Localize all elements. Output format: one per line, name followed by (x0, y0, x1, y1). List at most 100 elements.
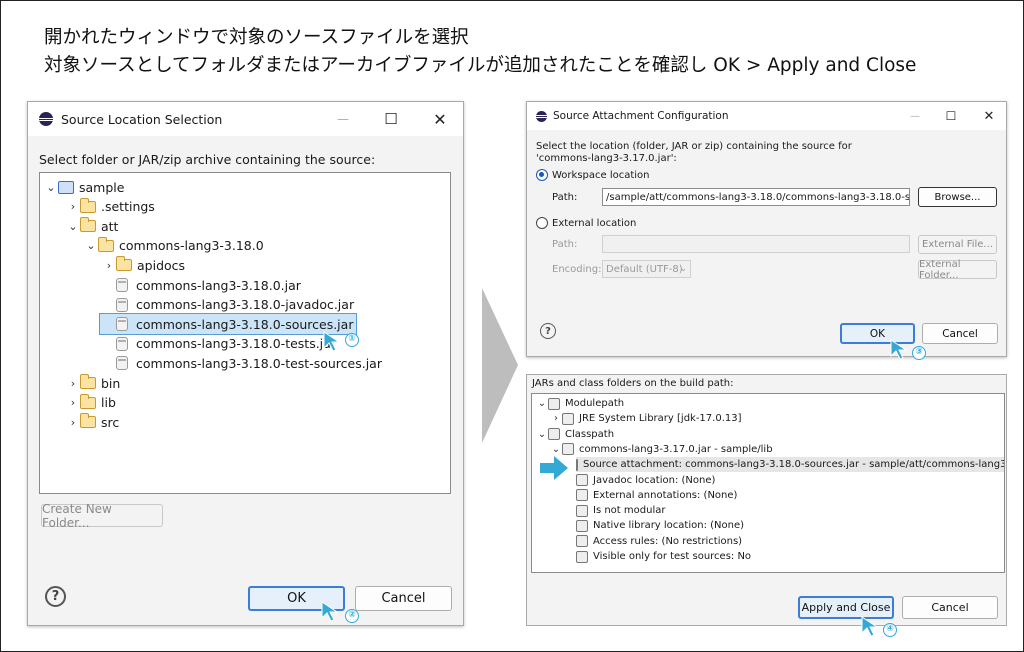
cursor-pointer-icon (323, 331, 341, 352)
folder-icon (79, 197, 96, 213)
tree-item-label: .settings (101, 199, 155, 215)
source-attachment-dialog: Source Attachment Configuration — ☐ ✕ Se… (526, 101, 1007, 357)
browse-button[interactable]: Browse... (918, 187, 997, 207)
tree-item-label: commons-lang3-3.18.0 (119, 238, 264, 254)
build-path-item[interactable]: ⌄ Classpath (536, 427, 614, 442)
maximize-icon[interactable]: ☐ (938, 102, 964, 130)
tree-item[interactable]: commons-lang3-3.18.0-tests.jar (102, 334, 336, 354)
chevron-right-icon[interactable]: › (66, 200, 80, 213)
build-path-item[interactable]: Native library location: (None) (576, 518, 744, 533)
flow-arrow-icon (482, 288, 518, 443)
native-library-icon (576, 519, 588, 532)
tree-item[interactable]: ⌄ sample (44, 177, 124, 197)
build-path-item-label: External annotations: (None) (593, 489, 738, 501)
chevron-right-icon[interactable]: › (66, 377, 80, 390)
build-path-item-label: Is not modular (593, 505, 666, 517)
chevron-down-icon[interactable]: ⌄ (84, 239, 98, 252)
access-rules-icon (576, 535, 588, 548)
build-path-item[interactable]: Source attachment: commons-lang3-3.18.0-… (576, 457, 1005, 473)
workspace-location-label: Workspace location (552, 170, 650, 181)
external-path-input[interactable] (602, 235, 910, 253)
chevron-right-icon[interactable]: › (66, 396, 80, 409)
tree-item[interactable]: › bin (66, 373, 120, 393)
external-path-label: Path: (552, 239, 578, 250)
chevron-down-icon[interactable]: ⌄ (550, 444, 562, 455)
external-file-button[interactable]: External File... (918, 235, 997, 254)
encoding-select[interactable]: Default (UTF-8) ⌄ (602, 260, 691, 278)
tree-item[interactable]: › .settings (66, 197, 155, 217)
build-path-item[interactable]: Javadoc location: (None) (576, 473, 715, 488)
chevron-right-icon[interactable]: › (102, 259, 116, 272)
workspace-location-radio[interactable] (536, 169, 548, 181)
create-new-folder-button[interactable]: Create New Folder... (41, 502, 163, 530)
folder-tree[interactable]: ⌄ sample › .settings ⌄ att ⌄ commons-lang3-3.18… (39, 172, 451, 494)
tree-item-label: commons-lang3-3.18.0-sources.jar (136, 316, 354, 332)
chevron-down-icon: ⌄ (679, 264, 687, 274)
chevron-down-icon[interactable]: ⌄ (66, 220, 80, 233)
build-path-item-label: Modulepath (565, 398, 625, 409)
dialog-title: Source Attachment Configuration (553, 110, 729, 122)
chevron-right-icon[interactable]: › (66, 416, 80, 429)
jar-icon (116, 336, 128, 351)
modular-icon (576, 504, 588, 517)
tree-item[interactable]: commons-lang3-3.18.0-test-sources.jar (102, 353, 382, 373)
build-path-item[interactable]: Is not modular (576, 503, 665, 518)
cursor-pointer-icon (861, 616, 879, 637)
cursor-pointer-icon (890, 339, 908, 360)
tree-item[interactable]: ⌄ att (66, 216, 118, 236)
chevron-down-icon[interactable]: ⌄ (536, 398, 548, 409)
help-icon[interactable]: ? (540, 323, 556, 339)
cancel-button[interactable]: Cancel (902, 596, 998, 619)
chevron-down-icon[interactable]: ⌄ (536, 429, 548, 440)
build-path-item-label: Source attachment: commons-lang3-3.18.0-… (583, 459, 1005, 471)
external-folder-button[interactable]: External Folder... (918, 259, 997, 281)
build-path-item[interactable]: ⌄ Modulepath (536, 396, 624, 411)
build-path-item[interactable]: Access rules: (No restrictions) (576, 534, 742, 549)
minimize-icon: — (337, 112, 349, 126)
attach-prompt-jar: 'commons-lang3-3.17.0.jar': (536, 153, 677, 164)
library-icon (562, 412, 574, 425)
external-location-radio[interactable] (536, 217, 548, 229)
build-path-item-label: Visible only for test sources: No (593, 551, 752, 562)
close-icon[interactable]: ✕ (976, 102, 1002, 130)
caption-line-2: 対象ソースとしてフォルダまたはアーカイブファイルが追加されたことを確認し OK … (44, 55, 917, 76)
encoding-label: Encoding: (552, 264, 602, 275)
path-input[interactable]: /sample/att/commons-lang3-3.18.0/commons… (602, 188, 910, 206)
tree-item-label: commons-lang3-3.18.0-test-sources.jar (136, 355, 382, 371)
tree-item-label: commons-lang3-3.18.0.jar (136, 277, 301, 293)
cancel-button[interactable]: Cancel (922, 323, 998, 344)
build-path-item[interactable]: Visible only for test sources: No (576, 549, 751, 564)
build-path-item-label: Javadoc location: (None) (593, 474, 716, 486)
select-prompt: Select folder or JAR/zip archive contain… (39, 152, 376, 167)
jar-icon (116, 356, 128, 371)
folder-icon (79, 393, 96, 409)
chevron-down-icon[interactable]: ⌄ (44, 181, 58, 194)
tree-item[interactable]: › src (66, 412, 119, 432)
tree-item-label: commons-lang3-3.18.0-tests.jar (136, 336, 336, 352)
pointer-arrow-icon (540, 456, 568, 480)
tree-item[interactable]: › lib (66, 393, 116, 413)
folder-icon (79, 413, 96, 429)
minimize-icon: — (910, 110, 920, 122)
build-path-item[interactable]: External annotations: (None) (576, 488, 737, 503)
help-icon[interactable]: ? (45, 586, 66, 607)
close-icon[interactable]: ✕ (425, 102, 455, 136)
cancel-button[interactable]: Cancel (355, 586, 452, 611)
tree-item[interactable]: › apidocs (102, 255, 185, 275)
tree-item[interactable]: commons-lang3-3.18.0-sources.jar (98, 313, 358, 336)
folder-icon (79, 374, 96, 389)
build-path-tree[interactable]: ⌄ Modulepath › JRE System Library [jdk-17.0… (531, 393, 1005, 573)
source-attachment-icon (576, 458, 578, 471)
eclipse-logo-icon (536, 110, 547, 122)
external-location-label: External location (552, 218, 637, 229)
chevron-right-icon[interactable]: › (550, 413, 562, 424)
tree-item[interactable]: ⌄ commons-lang3-3.18.0 (84, 236, 264, 256)
test-sources-icon (576, 550, 588, 563)
tree-item[interactable]: commons-lang3-3.18.0-javadoc.jar (102, 295, 354, 315)
build-path-item[interactable]: › JRE System Library [jdk-17.0.13] (550, 411, 742, 426)
folder-icon (79, 217, 96, 233)
maximize-icon[interactable]: ☐ (376, 102, 406, 136)
build-path-item[interactable]: ⌄ commons-lang3-3.17.0.jar - sample/lib (550, 442, 773, 457)
eclipse-logo-icon (39, 112, 53, 126)
tree-item[interactable]: commons-lang3-3.18.0.jar (102, 275, 301, 295)
